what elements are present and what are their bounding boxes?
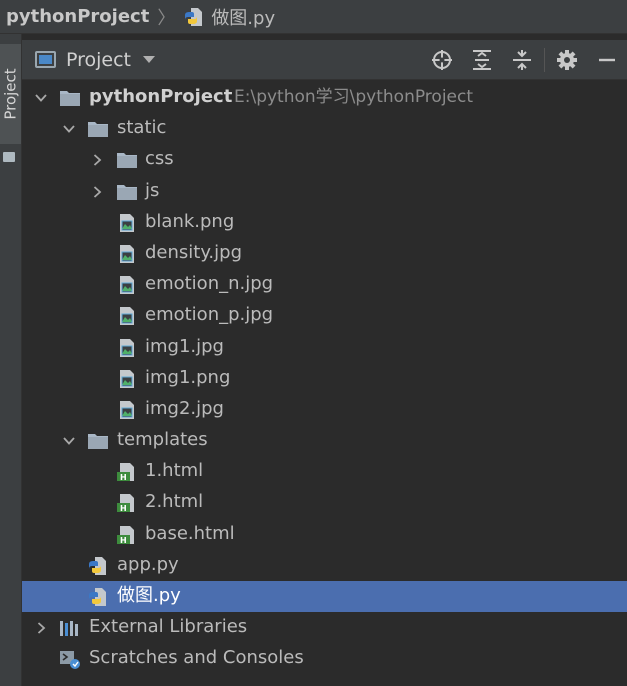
folder-icon[interactable] (3, 152, 15, 162)
project-view-icon (35, 51, 56, 68)
image-file-icon (116, 338, 138, 358)
tree-node-label: pythonProject (89, 86, 233, 107)
image-file-icon (116, 369, 138, 389)
scratches-icon (59, 649, 81, 669)
tree-node-label: 做图.py (117, 585, 181, 606)
tree-node-blank-png[interactable]: blank.png (22, 207, 627, 238)
image-file-icon (116, 306, 138, 326)
breadcrumb: pythonProject 〉 做图.py (0, 0, 627, 34)
project-tree: pythonProject E:\python学习\pythonProject … (22, 82, 627, 675)
image-file-icon (116, 244, 138, 264)
tree-node-templates[interactable]: templates (22, 425, 627, 456)
tree-node-label: img1.png (145, 366, 231, 388)
tree-node-img1-png[interactable]: img1.png (22, 363, 627, 394)
chevron-right-icon[interactable] (90, 153, 104, 167)
tree-node-base-html[interactable]: base.html (22, 519, 627, 550)
chevron-right-icon[interactable] (90, 185, 104, 199)
breadcrumb-file[interactable]: 做图.py (183, 4, 275, 30)
toolbar-divider (544, 48, 545, 72)
html-file-icon (116, 493, 138, 513)
image-file-icon (116, 213, 138, 233)
breadcrumb-file-label: 做图.py (211, 7, 276, 29)
python-file-icon (87, 587, 109, 607)
gear-icon (557, 50, 577, 70)
tree-node-label: blank.png (145, 210, 235, 232)
tree-node-label: 1.html (145, 460, 204, 482)
tree-node-static[interactable]: static (22, 113, 627, 144)
folder-icon (87, 119, 109, 139)
tool-window-stripe: Project (0, 34, 22, 686)
tree-node-density-jpg[interactable]: density.jpg (22, 238, 627, 269)
html-file-icon (116, 462, 138, 482)
project-stripe-label: Project (1, 68, 20, 120)
library-icon (59, 618, 81, 638)
tree-node-label: js (145, 179, 160, 201)
expand-all-icon (473, 50, 491, 70)
tree-node-label: static (117, 117, 167, 139)
tree-node-label: External Libraries (89, 616, 248, 638)
tree-node-label: base.html (145, 522, 235, 544)
chevron-down-icon[interactable] (143, 56, 156, 63)
tree-node-label: 2.html (145, 491, 204, 513)
chevron-down-icon[interactable] (62, 122, 76, 136)
image-file-icon (116, 275, 138, 295)
tree-node-label: app.py (117, 553, 179, 575)
tree-node-1-html[interactable]: 1.html (22, 456, 627, 487)
settings-button[interactable] (547, 40, 587, 80)
locate-icon (432, 50, 452, 70)
tree-node-scratches[interactable]: Scratches and Consoles (22, 643, 627, 674)
folder-icon (87, 431, 109, 451)
tree-node-app-py[interactable]: app.py (22, 550, 627, 581)
folder-icon (116, 150, 138, 170)
tree-node-external-libraries[interactable]: External Libraries (22, 612, 627, 643)
project-tool-window: pythonProject 〉 做图.py Project Project py… (0, 0, 627, 686)
project-stripe-tab[interactable]: Project (0, 44, 21, 144)
tree-node-emotion-p-jpg[interactable]: emotion_p.jpg (22, 300, 627, 331)
tree-node-label: emotion_n.jpg (145, 273, 274, 295)
tree-node-emotion-n-jpg[interactable]: emotion_n.jpg (22, 269, 627, 300)
tree-node-label: density.jpg (145, 241, 243, 263)
project-header: Project (22, 40, 627, 80)
image-file-icon (116, 400, 138, 420)
tree-node-label: templates (117, 429, 208, 451)
collapse-all-icon (513, 50, 531, 70)
tree-node-path: E:\python学习\pythonProject (234, 87, 474, 107)
folder-icon (116, 182, 138, 202)
html-file-icon (116, 525, 138, 545)
locate-button[interactable] (422, 40, 462, 80)
tree-node-img2-jpg[interactable]: img2.jpg (22, 394, 627, 425)
tree-node-2-html[interactable]: 2.html (22, 487, 627, 518)
python-file-icon (87, 556, 109, 576)
project-view-title[interactable]: Project (66, 49, 131, 71)
minimize-icon (599, 58, 615, 62)
tree-node-zuotu-py[interactable]: 做图.py (22, 581, 627, 613)
tree-node-img1-jpg[interactable]: img1.jpg (22, 332, 627, 363)
tree-node-label: Scratches and Consoles (89, 647, 304, 669)
tree-node-label: img1.jpg (145, 335, 224, 357)
tree-node-label: img2.jpg (145, 397, 224, 419)
folder-icon (59, 88, 81, 108)
tree-node-label: css (145, 148, 174, 170)
tree-node-css[interactable]: css (22, 144, 627, 175)
chevron-down-icon[interactable] (34, 91, 48, 105)
hide-button[interactable] (587, 40, 627, 80)
breadcrumb-separator: 〉 (157, 7, 176, 29)
header-toolbar (422, 40, 627, 80)
tree-node-pythonProject[interactable]: pythonProject E:\python学习\pythonProject (22, 82, 627, 113)
breadcrumb-project[interactable]: pythonProject (6, 6, 149, 27)
tree-node-js[interactable]: js (22, 176, 627, 207)
chevron-down-icon[interactable] (62, 434, 76, 448)
python-file-icon (183, 7, 205, 27)
chevron-right-icon[interactable] (34, 621, 48, 635)
collapse-all-button[interactable] (502, 40, 542, 80)
expand-all-button[interactable] (462, 40, 502, 80)
tree-node-label: emotion_p.jpg (145, 304, 274, 326)
